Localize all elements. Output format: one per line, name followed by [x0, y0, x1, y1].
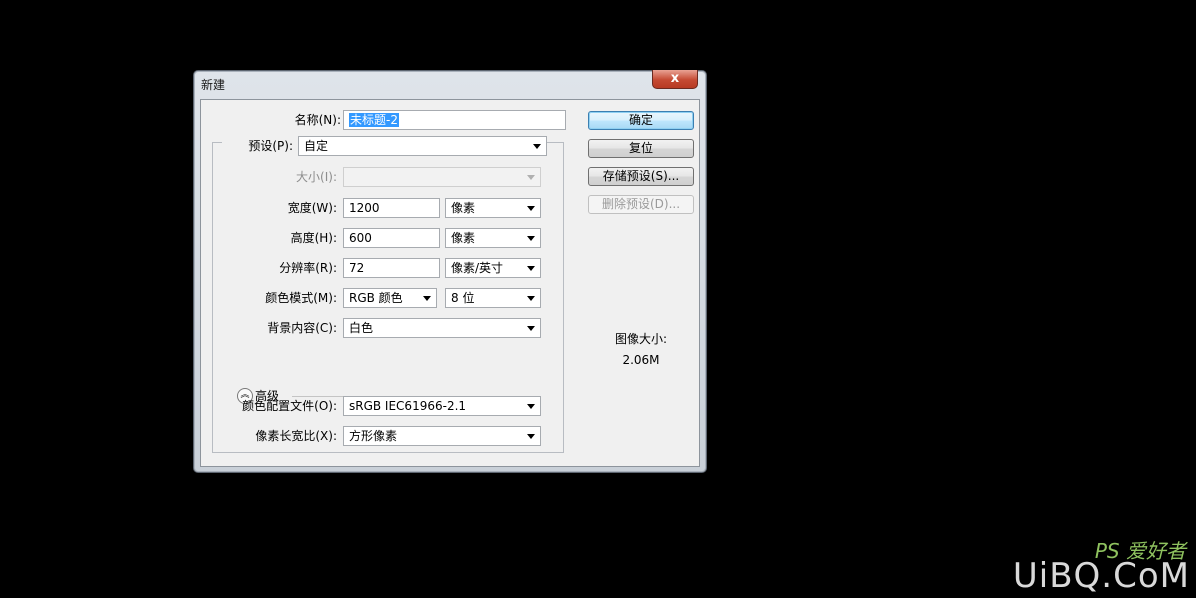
width-unit-value: 像素	[451, 201, 476, 215]
chevron-down-icon	[527, 175, 535, 180]
delete-preset-button[interactable]: 删除预设(D)...	[588, 195, 694, 214]
background-select[interactable]: 白色	[343, 318, 541, 338]
dialog-client: 名称(N): 未标题-2 预设(P): 自定 大小(I): 宽度(W): 120…	[200, 99, 700, 467]
preset-select[interactable]: 自定	[298, 136, 547, 156]
preset-value: 自定	[304, 139, 329, 153]
ok-button[interactable]: 确定	[588, 111, 694, 130]
image-size-value: 2.06M	[622, 353, 660, 367]
height-label: 高度(H):	[290, 231, 337, 245]
background-value: 白色	[349, 321, 374, 335]
save-preset-button[interactable]: 存储预设(S)...	[588, 167, 694, 186]
name-label: 名称(N):	[294, 113, 341, 127]
name-value: 未标题-2	[349, 113, 399, 127]
color-profile-select[interactable]: sRGB IEC61966-2.1	[343, 396, 541, 416]
bit-depth-select[interactable]: 8 位	[445, 288, 541, 308]
color-profile-value: sRGB IEC61966-2.1	[349, 399, 467, 413]
close-button[interactable]: x	[652, 70, 698, 89]
image-size-label: 图像大小:	[614, 332, 668, 346]
watermark-logo: UiBQ.CoM	[1012, 556, 1190, 596]
chevron-down-icon	[423, 296, 431, 301]
color-mode-value: RGB 颜色	[349, 291, 403, 305]
height-unit-value: 像素	[451, 231, 476, 245]
reset-button[interactable]: 复位	[588, 139, 694, 158]
pixel-aspect-select[interactable]: 方形像素	[343, 426, 541, 446]
width-input[interactable]: 1200	[343, 198, 440, 218]
pixel-aspect-value: 方形像素	[349, 429, 398, 443]
chevron-down-icon	[527, 404, 535, 409]
width-label: 宽度(W):	[287, 201, 337, 215]
size-label: 大小(I):	[296, 170, 337, 184]
chevron-down-icon	[527, 434, 535, 439]
size-select[interactable]	[343, 167, 541, 187]
name-input[interactable]: 未标题-2	[343, 110, 566, 130]
chevron-down-icon	[527, 266, 535, 271]
background-label: 背景内容(C):	[267, 321, 337, 335]
chevron-down-icon	[533, 144, 541, 149]
resolution-input[interactable]: 72	[343, 258, 440, 278]
bit-depth-value: 8 位	[451, 291, 475, 305]
resolution-unit-select[interactable]: 像素/英寸	[445, 258, 541, 278]
resolution-label: 分辨率(R):	[279, 261, 337, 275]
preset-label: 预设(P):	[248, 139, 293, 153]
resolution-unit-value: 像素/英寸	[451, 261, 504, 275]
new-document-dialog: 新建 x 名称(N): 未标题-2 预设(P): 自定 大小(I): 宽度(W)…	[193, 70, 707, 473]
color-mode-select[interactable]: RGB 颜色	[343, 288, 437, 308]
chevron-down-icon	[527, 236, 535, 241]
pixel-aspect-label: 像素长宽比(X):	[255, 429, 337, 443]
chevron-down-icon	[527, 206, 535, 211]
chevron-down-icon	[527, 326, 535, 331]
chevron-down-icon	[527, 296, 535, 301]
height-unit-select[interactable]: 像素	[445, 228, 541, 248]
width-unit-select[interactable]: 像素	[445, 198, 541, 218]
color-profile-label: 颜色配置文件(O):	[242, 399, 337, 413]
color-mode-label: 颜色模式(M):	[265, 291, 337, 305]
height-input[interactable]: 600	[343, 228, 440, 248]
dialog-title: 新建	[201, 78, 226, 92]
